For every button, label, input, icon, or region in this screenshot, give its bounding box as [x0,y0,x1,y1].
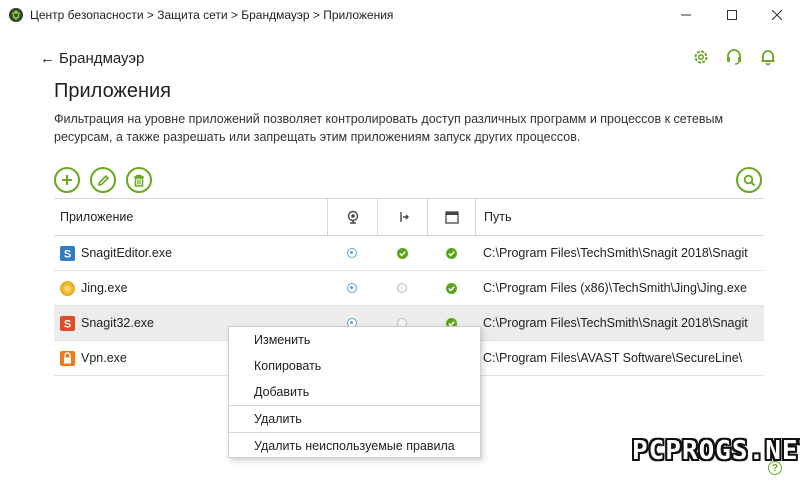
maximize-button[interactable] [709,0,755,30]
app-name: Vpn.exe [81,351,127,365]
support-button[interactable] [725,48,743,71]
search-button[interactable] [736,167,762,193]
network-status[interactable] [327,271,377,305]
headset-icon [727,49,741,65]
menu-item-delete-unused[interactable]: Удалить неиспользуемые правила [229,433,480,459]
app-path: C:\Program Files\AVAST Software\SecureLi… [483,351,743,365]
gear-icon [694,50,708,64]
ask-status-icon [347,248,357,258]
process-status[interactable] [377,271,427,305]
svg-text:S: S [64,248,71,260]
app-logo-icon [9,8,23,22]
app-path: C:\Program Files (x86)\TechSmith\Jing\Ji… [483,281,747,295]
table-row[interactable]: S SnagitEditor.exe C:\Program Files\Tech… [54,236,764,271]
edit-icon [97,174,109,186]
back-arrow-icon: ← [40,50,55,67]
edit-button[interactable] [90,167,116,193]
svg-text:S: S [64,318,71,330]
network-icon [347,210,358,224]
delete-icon [134,174,144,187]
app-cell: S SnagitEditor.exe [54,236,327,270]
column-header-process[interactable] [377,199,427,235]
delete-button[interactable] [126,167,152,193]
table-header: Приложение Путь [54,199,764,236]
bell-icon [761,50,775,66]
app-cell: Jing.exe [54,271,327,305]
app-name: Jing.exe [81,281,128,295]
help-icon[interactable]: ? [768,461,782,475]
network-status[interactable] [327,236,377,270]
app-name: Snagit32.exe [81,316,154,330]
vpn-icon [60,350,75,366]
title-bar: Центр безопасности > Защита сети > Бранд… [0,0,800,30]
app-path: C:\Program Files\TechSmith\Snagit 2018\S… [483,246,748,260]
allow-check-icon [396,247,408,259]
ask-status-icon [347,283,357,293]
window-status[interactable] [427,236,475,270]
back-button[interactable]: ← Брандмауэр [40,50,144,67]
not-set-status-icon [397,283,407,293]
add-button[interactable] [54,167,80,193]
page-description: Фильтрация на уровне приложений позволяе… [54,112,724,144]
column-header-window[interactable] [427,199,475,235]
back-label: Брандмауэр [59,50,145,67]
close-button[interactable] [754,0,800,30]
app-name: SnagitEditor.exe [81,246,173,260]
menu-item-delete[interactable]: Удалить [229,406,480,432]
maximize-icon [727,10,737,20]
window-status[interactable] [427,271,475,305]
minimize-button[interactable] [663,0,709,30]
close-icon [772,10,782,20]
menu-item-add[interactable]: Добавить [229,379,480,405]
minimize-icon [681,14,691,16]
menu-item-edit[interactable]: Изменить [229,327,480,353]
app-path: C:\Program Files\TechSmith\Snagit 2018\S… [483,316,748,330]
allow-check-icon [445,282,457,294]
column-header-path[interactable]: Путь [475,199,751,235]
context-menu: Изменить Копировать Добавить Удалить Уда… [228,326,481,458]
jing-icon [60,280,75,296]
settings-button[interactable] [692,48,710,71]
table-row[interactable]: Jing.exe C:\Program Files (x86)\TechSmit… [54,271,764,306]
snagit-red-icon: S [60,315,75,331]
column-header-network[interactable] [327,199,377,235]
search-icon [743,174,755,186]
add-icon [62,175,72,185]
process-status[interactable] [377,236,427,270]
process-start-icon [399,212,409,222]
column-header-app[interactable]: Приложение [54,199,327,235]
window-icon [444,210,459,224]
menu-item-copy[interactable]: Копировать [229,353,480,379]
window-title: Центр безопасности > Защита сети > Бранд… [30,8,394,22]
page-title: Приложения [54,80,172,102]
notifications-button[interactable] [759,48,777,71]
snagit-icon: S [60,245,75,261]
allow-check-icon [445,247,457,259]
